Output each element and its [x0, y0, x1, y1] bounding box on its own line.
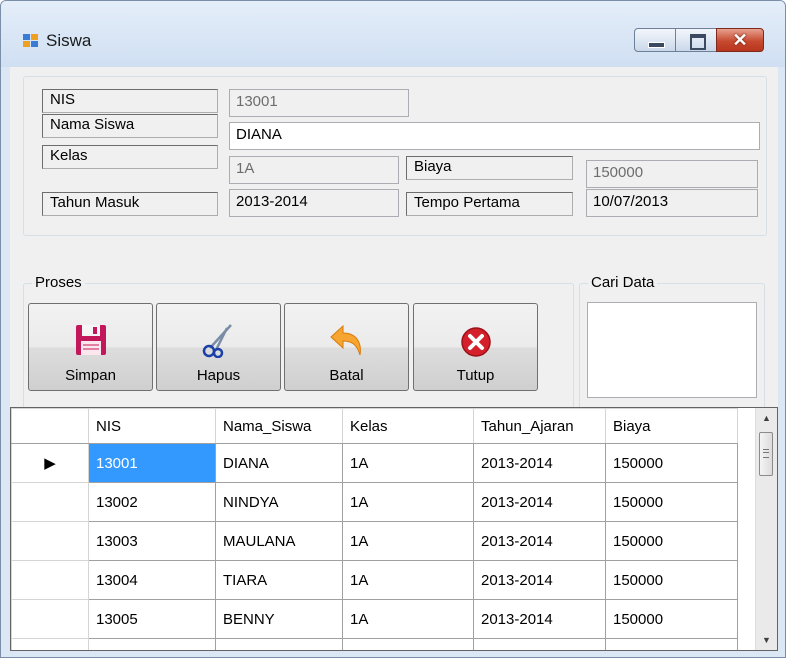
minimize-button[interactable]: [634, 28, 676, 52]
table-cell-nis[interactable]: 13004: [88, 560, 216, 600]
table-row[interactable]: 13006 SAMUEL 1A 2013-2014 150000: [11, 638, 738, 650]
maximize-icon: [690, 34, 706, 50]
table-cell-nis[interactable]: 13003: [88, 521, 216, 561]
table-cell-nis[interactable]: 13001: [88, 443, 216, 483]
column-header-kelas[interactable]: Kelas: [342, 408, 474, 444]
close-icon: ✕: [732, 30, 748, 50]
table-cell-tahun[interactable]: 2013-2014: [473, 638, 606, 650]
window-title: Siswa: [46, 31, 92, 50]
table-row[interactable]: 13002 NINDYA 1A 2013-2014 150000: [11, 482, 738, 522]
table-row[interactable]: 13005 BENNY 1A 2013-2014 150000: [11, 599, 738, 639]
close-button[interactable]: ✕: [716, 28, 764, 52]
table-cell-biaya[interactable]: 150000: [605, 560, 738, 600]
search-input[interactable]: [587, 302, 757, 398]
tutup-label: Tutup: [456, 367, 495, 384]
table-cell-biaya[interactable]: 150000: [605, 482, 738, 522]
floppy-disk-icon: [75, 325, 106, 355]
undo-arrow-icon: [329, 324, 361, 356]
table-cell-tahun[interactable]: 2013-2014: [473, 599, 606, 639]
table-cell-nis[interactable]: 13006: [88, 638, 216, 650]
title-bar[interactable]: Siswa ✕: [1, 1, 785, 67]
grid-content: NIS Nama_Siswa Kelas Tahun_Ajaran Biaya …: [11, 408, 756, 650]
biaya-label: Biaya: [406, 156, 573, 180]
batal-label: Batal: [329, 367, 364, 384]
biaya-field[interactable]: 150000: [586, 160, 758, 188]
form-client-area: NIS 13001 Nama Siswa DIANA Kelas 1A Biay…: [10, 67, 778, 651]
table-row[interactable]: 13003 MAULANA 1A 2013-2014 150000: [11, 521, 738, 561]
row-header[interactable]: [11, 521, 89, 561]
table-cell-nis[interactable]: 13002: [88, 482, 216, 522]
siswa-data-grid[interactable]: NIS Nama_Siswa Kelas Tahun_Ajaran Biaya …: [10, 407, 778, 651]
column-header-tahun-ajaran[interactable]: Tahun_Ajaran: [473, 408, 606, 444]
student-info-group: NIS 13001 Nama Siswa DIANA Kelas 1A Biay…: [23, 76, 767, 236]
table-cell-kelas[interactable]: 1A: [342, 599, 474, 639]
scroll-up-arrow-icon[interactable]: ▲: [756, 408, 777, 428]
row-header[interactable]: [11, 599, 89, 639]
table-cell-tahun[interactable]: 2013-2014: [473, 560, 606, 600]
column-header-nis[interactable]: NIS: [88, 408, 216, 444]
minimize-icon: [648, 42, 665, 48]
nama-siswa-field[interactable]: DIANA: [229, 122, 760, 150]
proses-group-title: Proses: [32, 274, 85, 291]
table-row[interactable]: 13004 TIARA 1A 2013-2014 150000: [11, 560, 738, 600]
nama-siswa-label: Nama Siswa: [42, 114, 218, 138]
table-cell-nama[interactable]: SAMUEL: [215, 638, 343, 650]
scroll-down-arrow-icon[interactable]: ▼: [756, 630, 777, 650]
row-header[interactable]: [11, 638, 89, 650]
simpan-label: Simpan: [65, 367, 116, 384]
form-icon: [23, 34, 39, 48]
table-cell-kelas[interactable]: 1A: [342, 638, 474, 650]
table-cell-nama[interactable]: DIANA: [215, 443, 343, 483]
table-cell-nama[interactable]: NINDYA: [215, 482, 343, 522]
row-header[interactable]: [11, 482, 89, 522]
cari-data-group: Cari Data: [579, 274, 765, 413]
siswa-table: NIS Nama_Siswa Kelas Tahun_Ajaran Biaya …: [11, 408, 738, 650]
nis-label: NIS: [42, 89, 218, 113]
table-cell-kelas[interactable]: 1A: [342, 443, 474, 483]
tempo-pertama-label: Tempo Pertama: [406, 192, 573, 216]
scissors-icon: [202, 324, 232, 358]
nis-field[interactable]: 13001: [229, 89, 409, 117]
table-cell-biaya[interactable]: 150000: [605, 443, 738, 483]
hapus-label: Hapus: [196, 367, 241, 384]
current-row-indicator[interactable]: ▶: [11, 443, 89, 483]
table-cell-tahun[interactable]: 2013-2014: [473, 482, 606, 522]
table-cell-kelas[interactable]: 1A: [342, 482, 474, 522]
table-cell-nama[interactable]: MAULANA: [215, 521, 343, 561]
table-cell-tahun[interactable]: 2013-2014: [473, 443, 606, 483]
batal-button[interactable]: Batal: [284, 303, 409, 391]
app-window: Siswa ✕ NIS 13001 Nama Siswa DIANA Kelas…: [0, 0, 786, 658]
simpan-button[interactable]: Simpan: [28, 303, 153, 391]
table-cell-nis[interactable]: 13005: [88, 599, 216, 639]
hapus-button[interactable]: Hapus: [156, 303, 281, 391]
table-cell-kelas[interactable]: 1A: [342, 521, 474, 561]
column-header-biaya[interactable]: Biaya: [605, 408, 738, 444]
table-cell-biaya[interactable]: 150000: [605, 599, 738, 639]
kelas-label: Kelas: [42, 145, 218, 169]
table-cell-tahun[interactable]: 2013-2014: [473, 521, 606, 561]
cari-data-title: Cari Data: [588, 274, 658, 291]
kelas-field[interactable]: 1A: [229, 156, 399, 184]
tahun-masuk-field[interactable]: 2013-2014: [229, 189, 399, 217]
column-header-nama-siswa[interactable]: Nama_Siswa: [215, 408, 343, 444]
table-row[interactable]: ▶ 13001 DIANA 1A 2013-2014 150000: [11, 443, 738, 483]
maximize-button[interactable]: [675, 28, 717, 52]
table-cell-nama[interactable]: TIARA: [215, 560, 343, 600]
scrollbar-thumb[interactable]: [759, 432, 773, 476]
table-cell-biaya[interactable]: 150000: [605, 521, 738, 561]
grid-header-row: NIS Nama_Siswa Kelas Tahun_Ajaran Biaya: [11, 408, 738, 444]
close-x-icon: [460, 327, 491, 357]
table-cell-nama[interactable]: BENNY: [215, 599, 343, 639]
tahun-masuk-label: Tahun Masuk: [42, 192, 218, 216]
tempo-pertama-field[interactable]: 10/07/2013: [586, 189, 758, 217]
row-header[interactable]: [11, 560, 89, 600]
row-header-corner: [11, 408, 89, 444]
tutup-button[interactable]: Tutup: [413, 303, 538, 391]
table-cell-biaya[interactable]: 150000: [605, 638, 738, 650]
table-cell-kelas[interactable]: 1A: [342, 560, 474, 600]
vertical-scrollbar[interactable]: ▲ ▼: [755, 408, 777, 650]
